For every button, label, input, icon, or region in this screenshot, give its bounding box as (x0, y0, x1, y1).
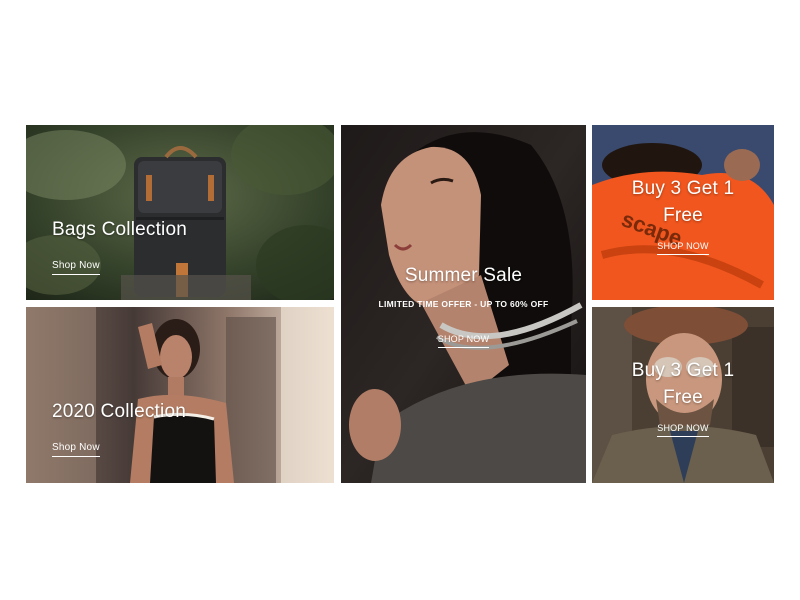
promo-top-title-line2: Free (663, 205, 703, 226)
promo-top-caption: Buy 3 Get 1 Free SHOP NOW (592, 173, 774, 255)
summer-sale-title: Summer Sale (404, 265, 523, 286)
bags-shop-now-link[interactable]: Shop Now (52, 260, 100, 275)
summer-sale-subtitle: LIMITED TIME OFFER - UP TO 60% OFF (378, 299, 549, 309)
promo-bottom-caption: Buy 3 Get 1 Free SHOP NOW (592, 355, 774, 437)
bags-title: Bags Collection (52, 219, 188, 240)
collection-2020-caption: 2020 Collection Shop Now (52, 401, 186, 457)
summer-sale-shop-now-link[interactable]: SHOP NOW (437, 334, 490, 348)
collection-2020-tile[interactable]: 2020 Collection Shop Now (26, 307, 334, 483)
promo-tile-bottom[interactable]: Buy 3 Get 1 Free SHOP NOW (592, 307, 774, 483)
promo-bottom-title-line2: Free (663, 387, 703, 408)
bags-caption: Bags Collection Shop Now (52, 219, 187, 275)
promo-bottom-title-line1: Buy 3 Get 1 (631, 360, 735, 381)
promo-tile-top[interactable]: scape Buy 3 Get 1 Free SHOP NOW (592, 125, 774, 300)
promo-top-title-line1: Buy 3 Get 1 (631, 178, 735, 199)
collection-2020-title: 2020 Collection (52, 401, 186, 422)
summer-sale-tile[interactable]: Summer Sale LIMITED TIME OFFER - UP TO 6… (341, 125, 586, 483)
summer-sale-caption: Summer Sale LIMITED TIME OFFER - UP TO 6… (341, 265, 586, 348)
collection-2020-shop-now-link[interactable]: Shop Now (52, 442, 100, 457)
promo-top-shop-now-link[interactable]: SHOP NOW (657, 241, 709, 255)
promo-bottom-shop-now-link[interactable]: SHOP NOW (657, 423, 709, 437)
bags-collection-tile[interactable]: Bags Collection Shop Now (26, 125, 334, 300)
